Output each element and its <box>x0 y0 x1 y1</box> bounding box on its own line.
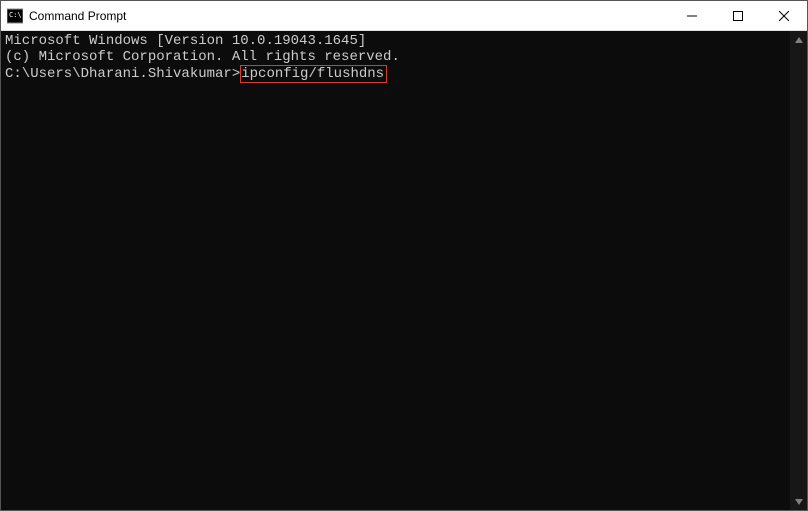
titlebar[interactable]: C:\ Command Prompt <box>1 1 807 31</box>
output-line: Microsoft Windows [Version 10.0.19043.16… <box>5 33 786 49</box>
vertical-scrollbar[interactable] <box>790 31 807 510</box>
maximize-button[interactable] <box>715 1 761 30</box>
scroll-down-arrow[interactable] <box>790 493 807 510</box>
svg-text:C:\: C:\ <box>9 11 22 19</box>
window-controls <box>669 1 807 30</box>
window-frame: C:\ Command Prompt Microsoft Windows [Ve… <box>0 0 808 511</box>
prompt-line: C:\Users\Dharani.Shivakumar>ipconfig/flu… <box>5 65 786 83</box>
cmd-icon: C:\ <box>7 8 23 24</box>
minimize-button[interactable] <box>669 1 715 30</box>
close-button[interactable] <box>761 1 807 30</box>
output-line: (c) Microsoft Corporation. All rights re… <box>5 49 786 65</box>
terminal-area: Microsoft Windows [Version 10.0.19043.16… <box>1 31 807 510</box>
command-text: ipconfig/flushdns <box>240 65 387 83</box>
terminal-output[interactable]: Microsoft Windows [Version 10.0.19043.16… <box>1 31 790 510</box>
window-title: Command Prompt <box>29 9 669 23</box>
scroll-up-arrow[interactable] <box>790 31 807 48</box>
prompt-path: C:\Users\Dharani.Shivakumar> <box>5 66 240 82</box>
